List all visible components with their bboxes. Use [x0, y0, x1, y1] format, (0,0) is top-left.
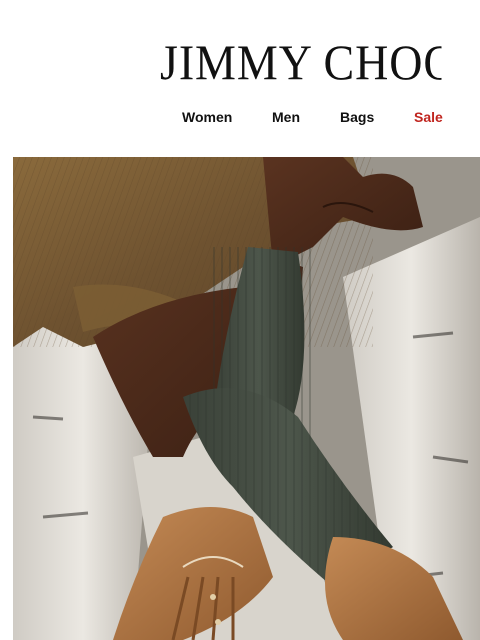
hero-illustration [13, 157, 480, 640]
nav-link-sale[interactable]: Sale [414, 108, 443, 126]
email-header: JIMMY CHOO Women Men Bags Sale [0, 0, 480, 157]
nav-link-bags[interactable]: Bags [340, 108, 374, 126]
hero-image[interactable] [13, 157, 480, 640]
main-nav: Women Men Bags Sale [0, 108, 480, 128]
nav-link-women[interactable]: Women [182, 108, 232, 126]
brand-logo[interactable]: JIMMY CHOO [160, 36, 442, 88]
nav-link-men[interactable]: Men [272, 108, 300, 126]
